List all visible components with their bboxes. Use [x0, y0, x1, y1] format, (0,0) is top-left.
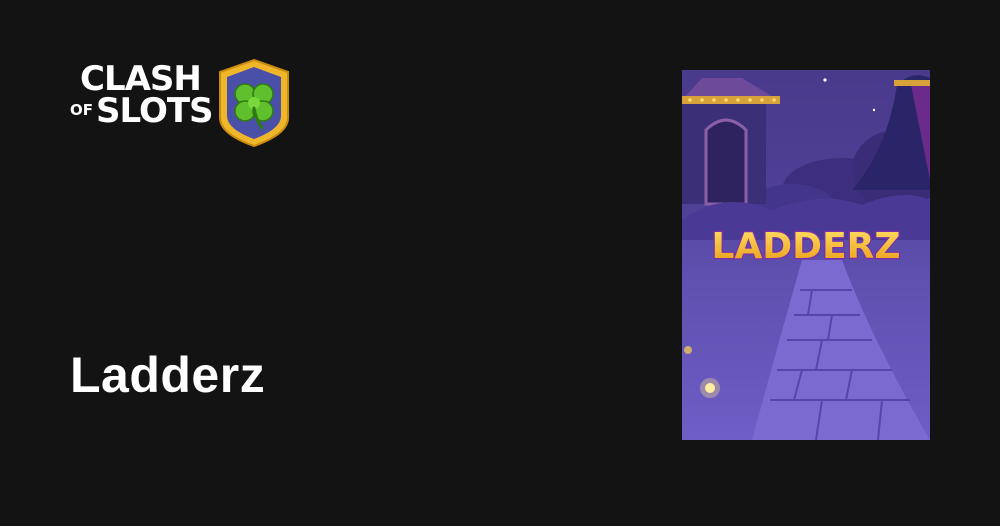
artwork-logo-text: LADDERZ — [712, 226, 901, 267]
brand-logo[interactable]: CLASH OF SLOTS — [68, 58, 298, 150]
brand-line-of: OF — [70, 101, 93, 119]
game-title: Ladderz — [70, 347, 266, 403]
four-leaf-clover-icon — [216, 58, 292, 148]
game-artwork[interactable]: LADDERZ — [682, 70, 930, 440]
page: CLASH OF SLOTS Ladderz LADDERZ — [0, 0, 1000, 526]
brand-wordmark: CLASH OF SLOTS — [68, 58, 228, 150]
brand-line-slots: SLOTS — [96, 91, 214, 131]
